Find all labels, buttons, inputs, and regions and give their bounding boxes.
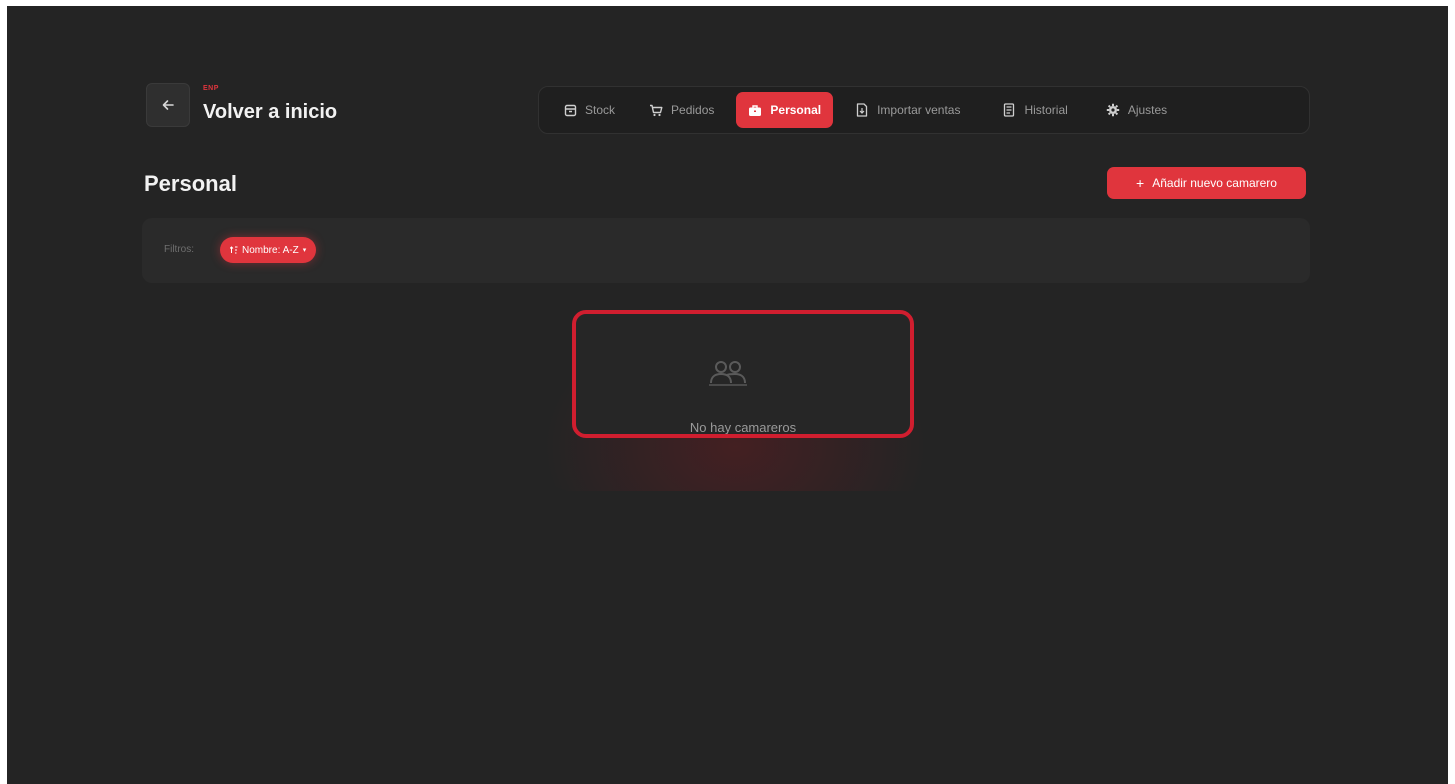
tab-importar-ventas[interactable]: Importar ventas (843, 92, 972, 128)
tab-historial[interactable]: Historial (990, 92, 1079, 128)
users-icon (706, 358, 750, 388)
tab-stock[interactable]: Stock (551, 92, 627, 128)
add-waiter-button[interactable]: + Añadir nuevo camarero (1107, 167, 1306, 199)
empty-state-message: No hay camareros (689, 420, 797, 435)
sort-icon (230, 246, 238, 254)
back-to-home-link[interactable]: Volver a inicio (203, 101, 337, 124)
gear-icon (1106, 103, 1120, 117)
history-icon (1002, 103, 1016, 117)
page-title: Personal (144, 171, 237, 196)
file-import-icon (855, 103, 869, 117)
filter-label: Filtros: (164, 244, 194, 255)
box-icon (563, 103, 577, 117)
empty-state: No hay camareros (572, 310, 914, 438)
tab-label: Ajustes (1127, 103, 1168, 117)
brand-label: ENP (203, 85, 219, 92)
back-button[interactable] (146, 83, 190, 127)
filter-bar: Filtros: Nombre: A-Z ▾ (142, 218, 1310, 283)
tab-personal[interactable]: Personal (736, 92, 834, 128)
main-nav: Stock Pedidos Personal Importar ventas H… (538, 86, 1310, 134)
tab-pedidos[interactable]: Pedidos (637, 92, 726, 128)
tab-label: Importar ventas (877, 103, 961, 117)
tab-ajustes[interactable]: Ajustes (1094, 92, 1179, 128)
sort-filter-chip[interactable]: Nombre: A-Z ▾ (220, 237, 317, 263)
plus-icon: + (1136, 175, 1145, 191)
tab-label: Stock (585, 103, 616, 117)
arrow-left-icon (162, 100, 174, 110)
chevron-down-icon: ▾ (302, 247, 307, 254)
app-window: ENP Volver a inicio Stock Pedidos Person… (7, 6, 1448, 784)
tab-label: Historial (1024, 103, 1068, 117)
sort-filter-label: Nombre: A-Z (242, 244, 299, 256)
cart-icon (649, 103, 663, 117)
tab-label: Personal (770, 103, 822, 117)
add-waiter-label: Añadir nuevo camarero (1152, 176, 1277, 190)
briefcase-icon (748, 103, 762, 117)
tab-label: Pedidos (671, 103, 715, 117)
